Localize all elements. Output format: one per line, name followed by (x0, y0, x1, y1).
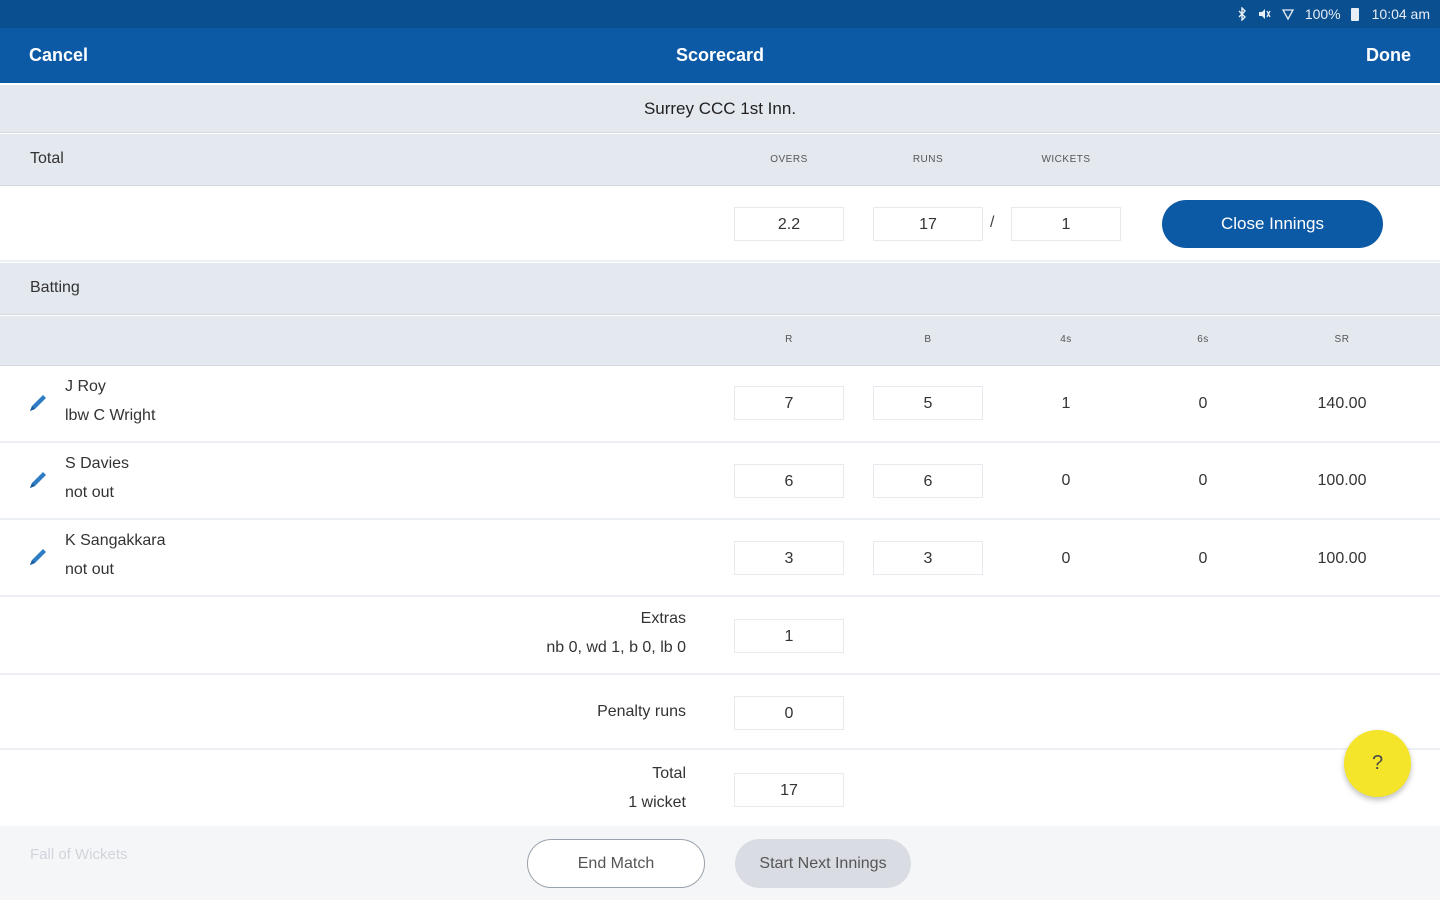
strike-rate-value: 100.00 (1317, 472, 1367, 489)
balls-input[interactable]: 3 (873, 541, 983, 575)
extras-breakdown: nb 0, wd 1, b 0, lb 0 (546, 639, 686, 656)
batsman-dismissal: not out (65, 484, 114, 501)
total-header: Total OVERS RUNS WICKETS (0, 134, 1440, 186)
overs-field[interactable]: 2.2 (734, 207, 844, 241)
battery-percent: 100% (1304, 6, 1341, 22)
overs-column-header: OVERS (770, 154, 808, 165)
mute-icon (1257, 7, 1271, 21)
batting-total-value: 17 (734, 773, 844, 807)
bottom-action-bar (0, 826, 1440, 900)
batting-columns-header: R B 4s 6s SR (0, 316, 1440, 366)
sixes-value: 0 (1198, 550, 1208, 567)
r-column-header: R (785, 334, 793, 345)
close-innings-button[interactable]: Close Innings (1162, 200, 1383, 248)
batsman-dismissal: not out (65, 561, 114, 578)
batsman-name: S Davies (65, 455, 130, 472)
fours-value: 0 (1061, 550, 1071, 567)
wickets-column-header: WICKETS (1041, 154, 1091, 165)
fall-of-wickets-label: Fall of Wickets (30, 846, 128, 863)
extras-row (0, 598, 1440, 675)
extras-label: Extras (640, 610, 686, 627)
sixes-value: 0 (1198, 395, 1208, 412)
runs-column-header: RUNS (912, 154, 944, 165)
batsman-dismissal: lbw C Wright (65, 407, 156, 424)
total-section-label: Total (30, 150, 64, 167)
extras-input[interactable]: 1 (734, 619, 844, 653)
wifi-icon (1281, 7, 1295, 21)
app-bar: Cancel Scorecard Done (0, 28, 1440, 83)
balls-input[interactable]: 5 (873, 386, 983, 420)
edit-pencil-icon[interactable] (27, 546, 49, 568)
penalty-runs-label: Penalty runs (597, 703, 686, 720)
edit-pencil-icon[interactable] (27, 392, 49, 414)
strike-rate-value: 140.00 (1317, 395, 1367, 412)
runs-input[interactable]: 6 (734, 464, 844, 498)
wickets-field[interactable]: 1 (1011, 207, 1121, 241)
strike-rate-value: 100.00 (1317, 550, 1367, 567)
innings-title: Surrey CCC 1st Inn. (0, 85, 1440, 133)
sr-column-header: SR (1334, 334, 1350, 345)
cancel-button[interactable]: Cancel (29, 45, 88, 66)
fours-value: 1 (1061, 395, 1071, 412)
b-column-header: B (924, 334, 932, 345)
edit-pencil-icon[interactable] (27, 469, 49, 491)
batsman-name: J Roy (65, 378, 106, 395)
penalty-runs-input[interactable]: 0 (734, 696, 844, 730)
runs-field[interactable]: 17 (873, 207, 983, 241)
batsman-name: K Sangakkara (65, 532, 166, 549)
batting-total-label: Total (652, 765, 686, 782)
penalty-row (0, 676, 1440, 750)
runs-input[interactable]: 3 (734, 541, 844, 575)
fours-value: 0 (1061, 472, 1071, 489)
batting-section-label: Batting (30, 279, 80, 296)
balls-input[interactable]: 6 (873, 464, 983, 498)
batting-total-row (0, 751, 1440, 827)
sixes-value: 0 (1198, 472, 1208, 489)
status-bar: 100% 10:04 am (0, 0, 1440, 28)
bluetooth-icon (1237, 7, 1247, 21)
done-button[interactable]: Done (1366, 45, 1411, 66)
sixes-column-header: 6s (1197, 334, 1209, 345)
runs-wickets-separator: / (990, 214, 995, 231)
runs-input[interactable]: 7 (734, 386, 844, 420)
help-button[interactable]: ? (1344, 730, 1411, 797)
fours-column-header: 4s (1060, 334, 1072, 345)
clock: 10:04 am (1371, 6, 1430, 22)
start-next-innings-button[interactable]: Start Next Innings (735, 839, 911, 888)
batting-header: Batting (0, 263, 1440, 315)
end-match-button[interactable]: End Match (527, 839, 705, 888)
battery-icon (1350, 7, 1362, 21)
batting-total-wickets: 1 wicket (628, 794, 686, 811)
page-title: Scorecard (675, 45, 765, 65)
